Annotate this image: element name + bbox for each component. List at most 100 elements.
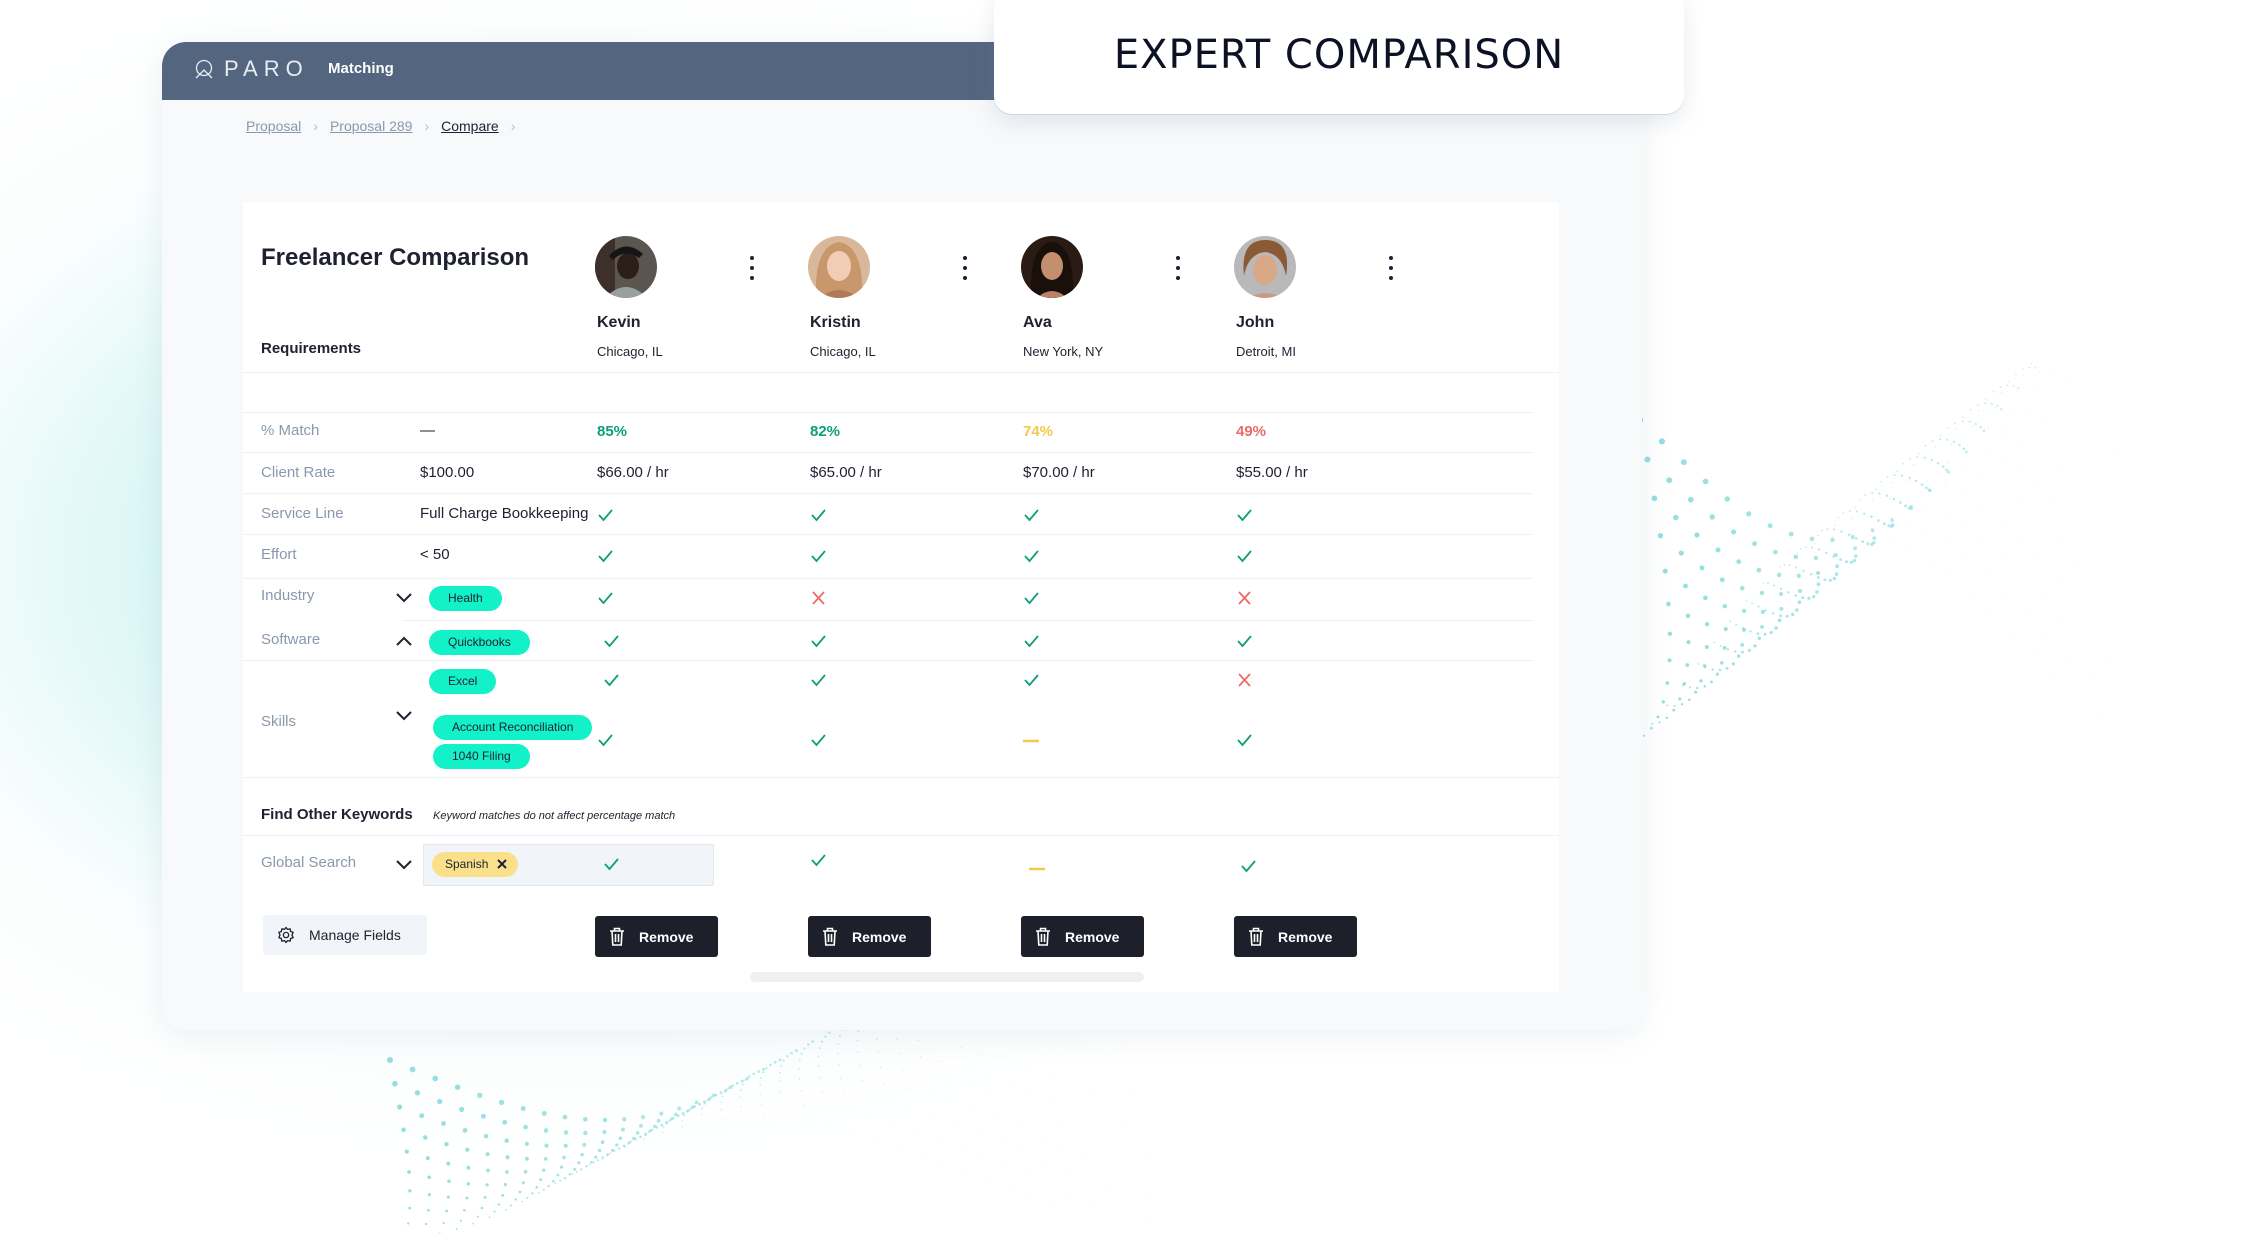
decorative-dot bbox=[739, 1096, 742, 1099]
paro-logo[interactable]: PARO bbox=[194, 56, 309, 82]
breadcrumb-proposal-289[interactable]: Proposal 289 bbox=[330, 118, 413, 134]
divider bbox=[243, 493, 1533, 494]
check-icon bbox=[1024, 550, 1039, 563]
paro-logo-icon bbox=[195, 59, 213, 79]
divider bbox=[243, 412, 1533, 413]
horizontal-scrollbar[interactable] bbox=[750, 972, 1144, 982]
decorative-dot bbox=[786, 1055, 789, 1058]
decorative-dot bbox=[547, 1184, 550, 1188]
more-options-icon[interactable] bbox=[747, 256, 757, 280]
decorative-dot bbox=[1703, 685, 1706, 688]
decorative-dot bbox=[1680, 459, 1687, 466]
comparison-card: Freelancer Comparison Requirements Kevin… bbox=[243, 202, 1559, 992]
decorative-dot bbox=[1147, 1050, 1148, 1051]
decorative-dot bbox=[800, 1052, 803, 1055]
freelancer-name[interactable]: John bbox=[1236, 314, 1274, 332]
decorative-dot bbox=[1909, 506, 1913, 511]
decorative-dot bbox=[773, 1060, 777, 1064]
decorative-dot bbox=[1720, 661, 1724, 665]
decorative-dot bbox=[1974, 422, 1977, 426]
decorative-dot bbox=[1131, 1213, 1132, 1214]
decorative-dot bbox=[401, 1127, 406, 1133]
freelancer-rate: $55.00 / hr bbox=[1236, 464, 1308, 481]
row-label-service-line: Service Line bbox=[261, 505, 344, 522]
decorative-dot bbox=[676, 1114, 680, 1118]
trash-icon bbox=[823, 927, 837, 946]
decorative-dot bbox=[2056, 539, 2057, 541]
decorative-dot bbox=[2006, 384, 2009, 387]
manage-fields-button[interactable]: Manage Fields bbox=[263, 915, 427, 955]
global-search-input[interactable]: Spanish bbox=[423, 844, 714, 886]
decorative-dot bbox=[1709, 514, 1715, 520]
decorative-dot bbox=[1992, 390, 1994, 393]
row-value-match: — bbox=[420, 422, 435, 439]
decorative-dot bbox=[563, 1130, 569, 1135]
check-icon bbox=[598, 734, 613, 747]
remove-ava-button[interactable]: Remove bbox=[1021, 916, 1144, 957]
decorative-dot bbox=[1783, 564, 1785, 566]
nav-item-matching[interactable]: Matching bbox=[328, 60, 394, 77]
chevron-down-icon[interactable] bbox=[395, 709, 413, 721]
decorative-dot bbox=[446, 1195, 450, 1199]
close-icon[interactable] bbox=[496, 858, 508, 870]
decorative-dot bbox=[1902, 462, 1904, 465]
decorative-dot bbox=[1719, 645, 1722, 647]
decorative-dot bbox=[740, 1089, 742, 1092]
remove-kristin-button[interactable]: Remove bbox=[808, 916, 931, 957]
decorative-dot bbox=[2092, 503, 2094, 505]
chevron-down-icon[interactable] bbox=[395, 858, 413, 870]
decorative-dot bbox=[897, 1143, 899, 1145]
decorative-dot bbox=[1681, 684, 1684, 687]
decorative-dot bbox=[2042, 596, 2044, 598]
decorative-dot bbox=[824, 1035, 827, 1038]
decorative-dot bbox=[568, 1172, 572, 1176]
remove-label: Remove bbox=[639, 928, 694, 945]
remove-kevin-button[interactable]: Remove bbox=[595, 916, 718, 957]
decorative-dot bbox=[1804, 546, 1807, 548]
decorative-dot bbox=[1658, 438, 1665, 445]
decorative-dot bbox=[1924, 444, 1927, 447]
chevron-down-icon[interactable] bbox=[395, 591, 413, 603]
remove-john-button[interactable]: Remove bbox=[1234, 916, 1357, 957]
decorative-dot bbox=[644, 1134, 647, 1137]
decorative-dot bbox=[838, 1064, 840, 1066]
chevron-right-icon: › bbox=[510, 118, 516, 134]
match-percent: 82% bbox=[810, 423, 841, 440]
decorative-dot bbox=[820, 1040, 824, 1043]
freelancer-name[interactable]: Kevin bbox=[597, 314, 641, 332]
decorative-dot bbox=[2021, 576, 2023, 577]
decorative-dot bbox=[694, 1100, 699, 1105]
decorative-dot bbox=[437, 1098, 443, 1105]
decorative-dot bbox=[1845, 560, 1849, 564]
breadcrumb-compare[interactable]: Compare bbox=[441, 118, 499, 134]
avatar[interactable] bbox=[1234, 236, 1296, 298]
more-options-icon[interactable] bbox=[1386, 256, 1396, 280]
breadcrumb-proposal[interactable]: Proposal bbox=[246, 118, 301, 134]
decorative-dot bbox=[1926, 480, 1928, 482]
decorative-dot bbox=[1680, 703, 1684, 706]
more-options-icon[interactable] bbox=[1173, 256, 1183, 280]
decorative-dot bbox=[1759, 590, 1765, 596]
decorative-dot bbox=[520, 1105, 526, 1112]
freelancer-name[interactable]: Kristin bbox=[810, 314, 861, 332]
avatar[interactable] bbox=[1021, 236, 1083, 298]
avatar[interactable] bbox=[808, 236, 870, 298]
chevron-right-icon: › bbox=[313, 118, 318, 134]
check-icon bbox=[1241, 860, 1256, 873]
decorative-dot bbox=[1687, 496, 1694, 503]
decorative-dot bbox=[981, 1052, 983, 1054]
avatar[interactable] bbox=[595, 236, 657, 298]
decorative-dot bbox=[905, 1088, 907, 1090]
decorative-dot bbox=[387, 1057, 393, 1063]
more-options-icon[interactable] bbox=[960, 256, 970, 280]
decorative-dot bbox=[2010, 632, 2012, 634]
decorative-dot bbox=[407, 1170, 411, 1174]
freelancer-name[interactable]: Ava bbox=[1023, 314, 1052, 332]
decorative-dot bbox=[1121, 1126, 1122, 1128]
decorative-dot bbox=[759, 1093, 761, 1095]
chevron-up-icon[interactable] bbox=[395, 635, 413, 647]
decorative-dot bbox=[1063, 1145, 1064, 1147]
divider bbox=[243, 660, 1533, 661]
decorative-dot bbox=[1734, 650, 1737, 653]
decorative-dot bbox=[698, 1102, 701, 1106]
